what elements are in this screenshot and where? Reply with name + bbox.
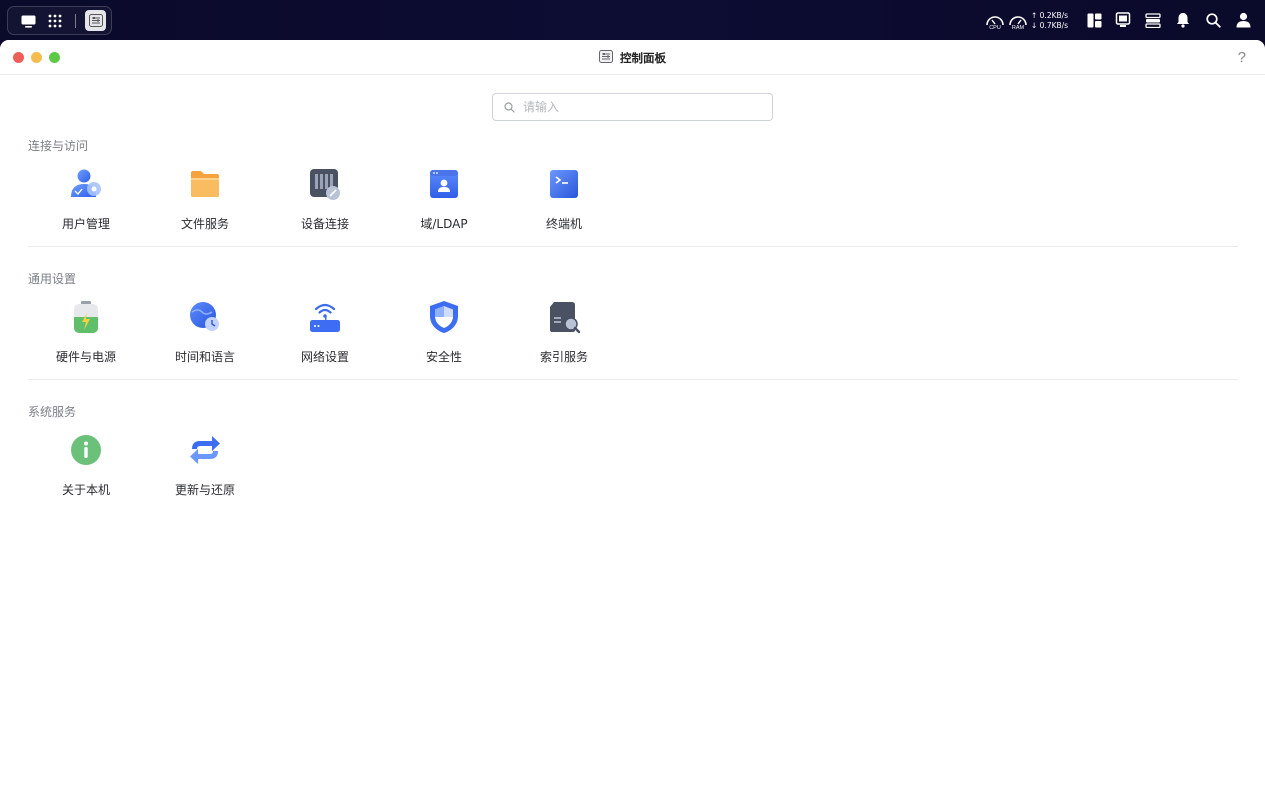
- tile-about[interactable]: 关于本机: [31, 432, 141, 512]
- tile-ldap[interactable]: 域/LDAP: [389, 166, 499, 246]
- tile-hardware-power[interactable]: 硬件与电源: [31, 299, 141, 379]
- control-panel-title-icon: [599, 48, 613, 67]
- system-topbar: CPU RAM ↑ 0.2KB/s ↓ 0.7KB/s: [0, 0, 1265, 40]
- ldap-icon: [426, 166, 462, 202]
- info-icon: [68, 432, 104, 468]
- tile-label: 网络设置: [300, 350, 349, 364]
- section-title-general-settings: 通用设置: [28, 272, 77, 286]
- tile-file-service[interactable]: 文件服务: [150, 166, 260, 246]
- window-title: 控制面板: [0, 40, 1265, 75]
- globe-clock-icon: [187, 299, 223, 335]
- tile-time-language[interactable]: 时间和语言: [150, 299, 260, 379]
- tile-label: 设备连接: [300, 217, 349, 231]
- tile-security[interactable]: 安全性: [389, 299, 499, 379]
- tile-network-settings[interactable]: 网络设置: [270, 299, 380, 379]
- help-button[interactable]: ?: [1238, 49, 1246, 66]
- tile-label: 硬件与电源: [55, 350, 116, 364]
- index-search-icon: [546, 299, 582, 335]
- ram-gauge[interactable]: RAM: [1008, 11, 1028, 31]
- tile-device-connect[interactable]: 设备连接: [270, 166, 380, 246]
- section-title-connect-access: 连接与访问: [28, 139, 89, 153]
- display-icon[interactable]: [1114, 11, 1132, 29]
- update-restore-icon: [187, 432, 223, 468]
- device-connect-icon: [307, 166, 343, 202]
- search-icon[interactable]: [1204, 11, 1222, 29]
- desktop-icon[interactable]: [18, 11, 38, 31]
- tile-label: 时间和语言: [174, 350, 235, 364]
- section-divider: [28, 246, 1238, 247]
- tile-user-management[interactable]: 用户管理: [31, 166, 141, 246]
- battery-icon: [68, 299, 104, 335]
- search-icon: [504, 98, 515, 117]
- terminal-icon: [546, 166, 582, 202]
- window-title-text: 控制面板: [620, 50, 666, 65]
- cpu-gauge[interactable]: CPU: [985, 11, 1005, 31]
- widgets-icon[interactable]: [1085, 11, 1103, 29]
- tile-label: 用户管理: [61, 217, 110, 231]
- tile-index-service[interactable]: 索引服务: [509, 299, 619, 379]
- section-divider: [28, 379, 1238, 380]
- tile-label: 关于本机: [61, 483, 110, 497]
- shield-icon: [426, 299, 462, 335]
- search-box[interactable]: [492, 93, 773, 121]
- task-manager-icon[interactable]: [1144, 11, 1162, 29]
- tile-terminal[interactable]: 终端机: [509, 166, 619, 246]
- user-icon[interactable]: [1234, 11, 1252, 29]
- tile-label: 文件服务: [180, 217, 229, 231]
- router-icon: [307, 299, 343, 335]
- dock-separator: [75, 14, 76, 28]
- tile-update-restore[interactable]: 更新与还原: [150, 432, 260, 512]
- dock: [7, 6, 112, 35]
- cpu-label: CPU: [989, 25, 1001, 31]
- window-titlebar: 控制面板 ?: [0, 40, 1265, 75]
- folder-icon: [187, 166, 223, 202]
- search-input[interactable]: [523, 100, 753, 114]
- download-speed: ↓ 0.7KB/s: [1031, 21, 1069, 30]
- section-title-system-services: 系统服务: [28, 405, 77, 419]
- tile-label: 索引服务: [539, 350, 588, 364]
- tile-label: 终端机: [545, 217, 582, 231]
- user-management-icon: [68, 166, 104, 202]
- ram-label: RAM: [1011, 25, 1025, 31]
- tile-label: 域/LDAP: [420, 217, 468, 231]
- control-panel-icon[interactable]: [85, 10, 106, 31]
- bell-icon[interactable]: [1174, 11, 1192, 29]
- tile-label: 更新与还原: [174, 483, 235, 497]
- upload-speed: ↑ 0.2KB/s: [1031, 11, 1069, 20]
- control-panel-window: 控制面板 ? 连接与访问 用户管理: [0, 40, 1265, 791]
- tile-label: 安全性: [425, 350, 462, 364]
- network-speed[interactable]: ↑ 0.2KB/s ↓ 0.7KB/s: [1031, 11, 1075, 31]
- grid-icon[interactable]: [45, 11, 65, 31]
